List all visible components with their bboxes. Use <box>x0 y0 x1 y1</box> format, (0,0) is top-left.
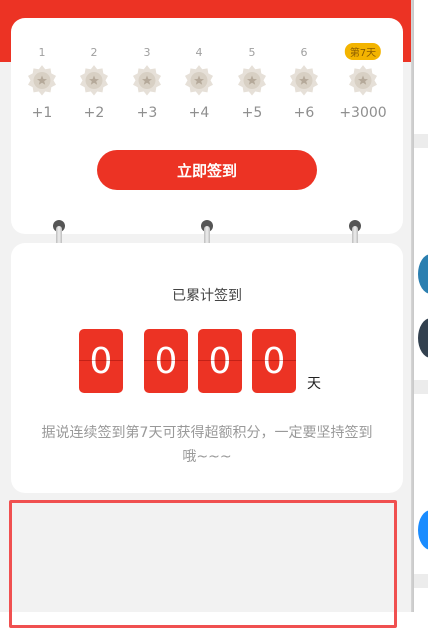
day-label: 5 <box>248 46 256 59</box>
checkin-button[interactable]: 立即签到 <box>97 150 317 190</box>
day-points: +3 <box>136 105 158 121</box>
checkin-summary-card: 已累计签到 0 0 0 0 天 据说连续签到第7天可获得超额积分，一定要坚持签到… <box>11 243 403 493</box>
checkin-tip: 据说连续签到第7天可获得超额积分，一定要坚持签到哦~~~ <box>41 425 373 465</box>
star-badge-icon <box>288 65 320 97</box>
highlight-region <box>9 500 397 628</box>
star-badge-icon <box>347 65 379 97</box>
day-label: 2 <box>90 46 98 59</box>
day-label: 3 <box>143 46 151 59</box>
star-badge-icon <box>26 65 58 97</box>
day-badge: 第7天 <box>344 43 382 60</box>
day-label: 6 <box>300 46 308 59</box>
day-unit-label: 天 <box>307 376 321 392</box>
star-badge-icon <box>131 65 163 97</box>
day-label: 1 <box>38 46 46 59</box>
day-count-digit: 0 <box>198 329 242 393</box>
day-points: +6 <box>293 105 315 121</box>
background-divider <box>414 380 428 394</box>
day-count-digit: 0 <box>144 329 188 393</box>
day-points: +5 <box>241 105 263 121</box>
panel-edge <box>411 0 414 612</box>
total-checkin-label: 已累计签到 <box>172 288 242 304</box>
star-badge-icon <box>183 65 215 97</box>
day-count-digit: 0 <box>79 329 123 393</box>
day-count-digit: 0 <box>252 329 296 393</box>
star-badge-icon <box>236 65 268 97</box>
day-label: 4 <box>195 46 203 59</box>
background-divider <box>414 574 428 588</box>
checkin-calendar-card: 1 +1 2 +2 3 +3 4 +4 5 +5 6 +6 第7天 +3000 立即签到 <box>11 18 403 234</box>
day-points: +3000 <box>339 105 387 121</box>
star-badge-icon <box>78 65 110 97</box>
day-points: +4 <box>188 105 210 121</box>
background-divider <box>414 134 428 148</box>
day-points: +1 <box>31 105 53 121</box>
day-points: +2 <box>83 105 105 121</box>
